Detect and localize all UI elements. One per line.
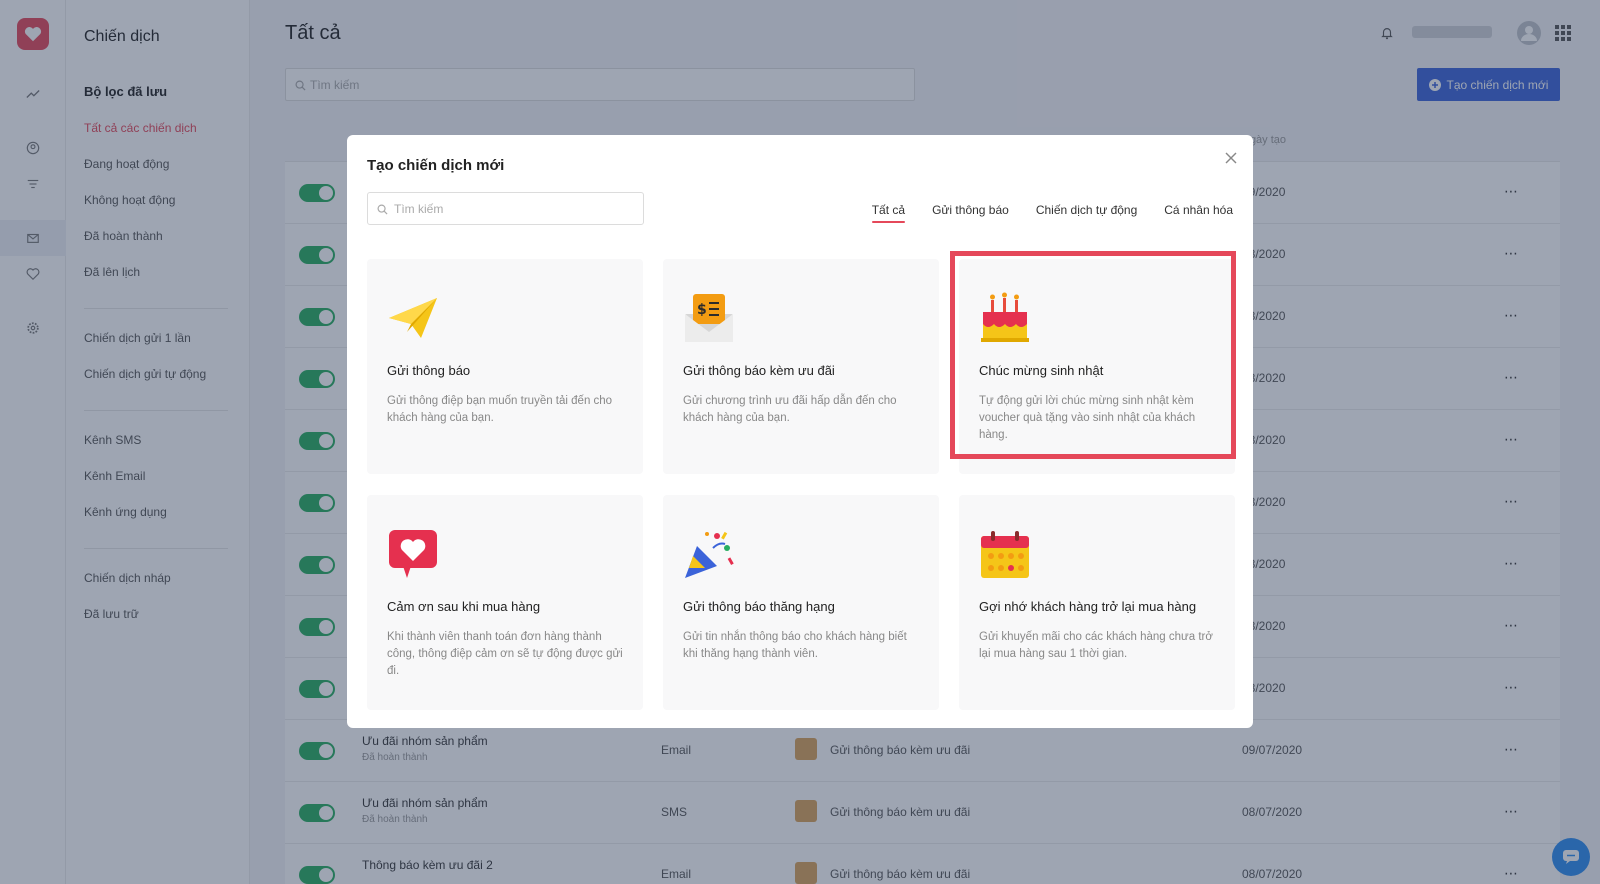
paper-plane-icon <box>389 298 437 338</box>
template-search-placeholder: Tìm kiếm <box>394 202 444 216</box>
party-popper-icon <box>685 531 734 578</box>
calendar-icon <box>981 531 1029 578</box>
card-title: Gửi thông báo kèm ưu đãi <box>683 363 835 378</box>
card-description: Khi thành viên thanh toán đơn hàng thành… <box>387 631 623 677</box>
card-title: Gợi nhớ khách hàng trở lại mua hàng <box>979 599 1197 614</box>
card-title: Gửi thông báo <box>387 363 471 378</box>
template-search-input[interactable]: Tìm kiếm <box>367 192 644 225</box>
card-title: Cảm ơn sau khi mua hàng <box>387 599 541 614</box>
svg-text:$: $ <box>697 302 707 318</box>
template-card-thank-you[interactable]: Cảm ơn sau khi mua hàng Khi thành viên t… <box>367 495 643 710</box>
template-card-notification-with-offer[interactable]: $ Gửi thông báo kèm ưu đãi Gửi chương tr… <box>663 259 939 474</box>
tab-notifications[interactable]: Gửi thông báo <box>932 203 1009 223</box>
heart-bubble-icon <box>389 530 437 578</box>
tab-personalization[interactable]: Cá nhân hóa <box>1164 203 1233 223</box>
template-card-rank-up[interactable]: Gửi thông báo thăng hạng Gửi tin nhắn th… <box>663 495 939 710</box>
template-card-win-back[interactable]: Gợi nhớ khách hàng trở lại mua hàng Gửi … <box>959 495 1235 710</box>
tab-automated[interactable]: Chiến dịch tự động <box>1036 203 1137 223</box>
template-tabs: Tất cả Gửi thông báo Chiến dịch tự động … <box>871 203 1233 223</box>
card-description: Gửi thông điệp bạn muốn truyền tải đến c… <box>387 395 613 424</box>
card-description: Gửi tin nhắn thông báo cho khách hàng bi… <box>683 631 907 660</box>
template-card-send-notification[interactable]: Gửi thông báo Gửi thông điệp bạn muốn tr… <box>367 259 643 474</box>
card-description: Gửi khuyến mãi cho các khách hàng chưa t… <box>979 631 1213 660</box>
close-icon[interactable] <box>1223 150 1239 166</box>
tab-all[interactable]: Tất cả <box>871 203 906 223</box>
envelope-voucher-icon: $ <box>685 294 733 342</box>
create-campaign-modal: Tạo chiến dịch mới Tìm kiếm Tất cả Gửi t… <box>347 135 1253 728</box>
card-description: Gửi chương trình ưu đãi hấp dẫn đến cho … <box>683 395 897 424</box>
modal-title: Tạo chiến dịch mới <box>367 157 505 174</box>
card-title: Gửi thông báo thăng hạng <box>683 599 835 614</box>
search-icon <box>377 204 388 215</box>
highlight-box <box>950 251 1236 459</box>
